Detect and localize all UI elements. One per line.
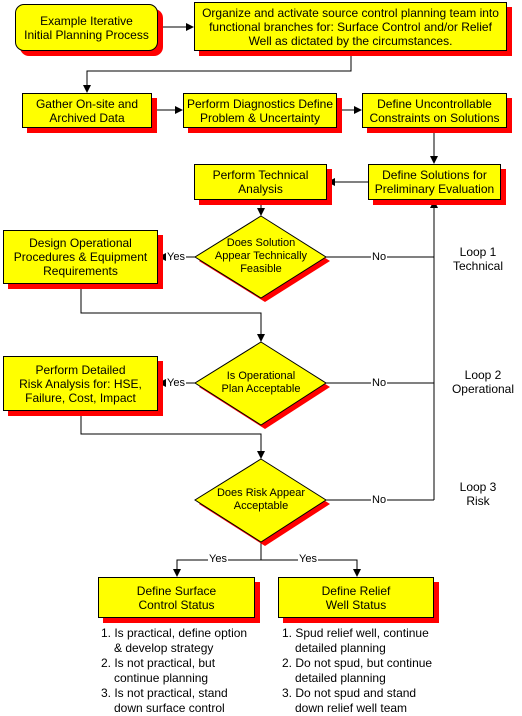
surface-outcome-item: 1. Is practical, define option & develop… bbox=[101, 626, 248, 655]
no-label-operational: No bbox=[371, 377, 388, 390]
gather-data-box: Gather On-site and Archived Data bbox=[22, 93, 152, 128]
decision-risk-text: Does Risk Appear Acceptable bbox=[216, 487, 306, 512]
diagnostics-box: Perform Diagnostics Define Problem & Unc… bbox=[183, 93, 337, 128]
edge-organize-gather bbox=[83, 51, 352, 93]
surface-outcome-item: 3. Is not practical, stand down surface … bbox=[101, 686, 228, 715]
yes-label-operational: Yes bbox=[166, 377, 186, 390]
surface-outcomes-list: 1. Is practical, define option & develop… bbox=[101, 626, 249, 716]
relief-outcome-item: 1. Spud relief well, continue detailed p… bbox=[282, 626, 429, 655]
surface-control-box: Define Surface Control Status bbox=[98, 577, 255, 618]
surface-outcome-item: 2. Is not practical, but continue planni… bbox=[101, 656, 216, 685]
no-label-risk: No bbox=[371, 494, 388, 507]
solutions-box: Define Solutions for Preliminary Evaluat… bbox=[368, 164, 501, 200]
yes-label-relief: Yes bbox=[298, 553, 318, 566]
title-box: Example Iterative Initial Planning Proce… bbox=[15, 4, 158, 51]
risk-analysis-box: Perform Detailed Risk Analysis for: HSE,… bbox=[3, 356, 158, 411]
constraints-box: Define Uncontrollable Constraints on Sol… bbox=[362, 93, 507, 128]
relief-outcome-item: 2. Do not spud, but continue detailed pl… bbox=[282, 656, 433, 685]
design-procedures-box: Design Operational Procedures & Equipmen… bbox=[3, 230, 158, 284]
relief-outcome-item: 3. Do not spud and stand down relief wel… bbox=[282, 686, 417, 715]
yes-label-surface: Yes bbox=[208, 553, 228, 566]
technical-analysis-box: Perform Technical Analysis bbox=[194, 164, 327, 200]
organize-team-box: Organize and activate source control pla… bbox=[194, 2, 507, 51]
yes-label-technical: Yes bbox=[166, 251, 186, 264]
loop-1-label: Loop 1 Technical bbox=[452, 245, 504, 273]
flowchart: Example Iterative Initial Planning Proce… bbox=[0, 0, 522, 716]
decision-technical-text: Does Solution Appear Technically Feasibl… bbox=[214, 237, 308, 275]
edge-design-decision2 bbox=[80, 284, 265, 342]
relief-well-box: Define Relief Well Status bbox=[278, 577, 434, 618]
edge-risk-decision3 bbox=[80, 411, 265, 459]
no-label-technical: No bbox=[371, 251, 388, 264]
loop-3-label: Loop 3 Risk bbox=[459, 480, 497, 508]
relief-outcomes-list: 1. Spud relief well, continue detailed p… bbox=[282, 626, 442, 716]
decision-operational-text: Is Operational Plan Acceptable bbox=[221, 370, 301, 395]
loop-2-label: Loop 2 Operational bbox=[451, 368, 515, 396]
